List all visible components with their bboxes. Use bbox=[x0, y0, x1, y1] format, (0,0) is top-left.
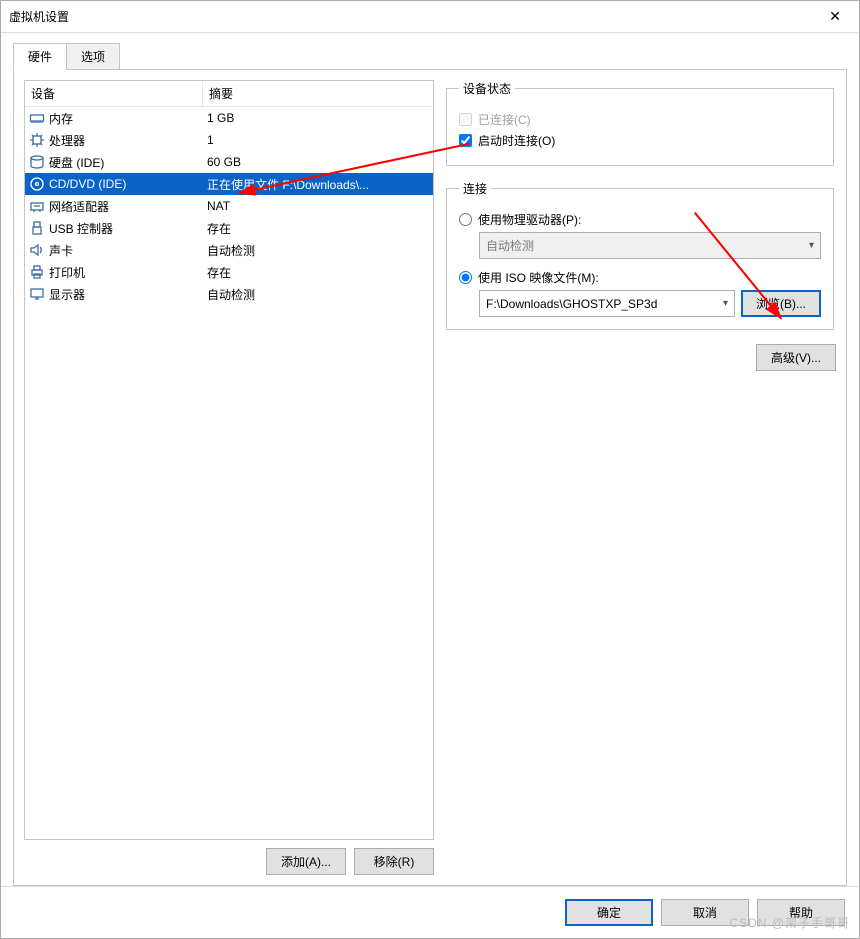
iso-radio-input[interactable] bbox=[459, 271, 472, 284]
device-summary: 存在 bbox=[203, 264, 433, 281]
sound-icon bbox=[29, 242, 45, 258]
device-row-sound[interactable]: 声卡 自动检测 bbox=[25, 239, 433, 261]
device-row-cpu[interactable]: 处理器 1 bbox=[25, 129, 433, 151]
iso-path-combo[interactable]: F:\Downloads\GHOSTXP_SP3d ▾ bbox=[479, 290, 735, 317]
device-name: CD/DVD (IDE) bbox=[49, 177, 126, 191]
usb-icon bbox=[29, 220, 45, 236]
device-buttons: 添加(A)... 移除(R) bbox=[24, 840, 434, 875]
device-rows: 内存 1 GB 处理器 1 硬盘 (IDE) 60 GB CD/DVD (IDE) 正在使用文… bbox=[25, 107, 433, 839]
remove-button[interactable]: 移除(R) bbox=[354, 848, 434, 875]
device-row-usb[interactable]: USB 控制器 存在 bbox=[25, 217, 433, 239]
device-summary: 自动检测 bbox=[203, 242, 433, 259]
physical-drive-value: 自动检测 bbox=[486, 237, 534, 254]
close-button[interactable]: ✕ bbox=[819, 1, 851, 33]
connect-poweron-input[interactable] bbox=[459, 134, 472, 147]
ok-button[interactable]: 确定 bbox=[565, 899, 653, 926]
device-status-legend: 设备状态 bbox=[459, 80, 515, 97]
tab-hardware[interactable]: 硬件 bbox=[13, 43, 67, 70]
titlebar: 虚拟机设置 ✕ bbox=[1, 1, 859, 33]
device-name: 声卡 bbox=[49, 242, 73, 259]
device-summary: 1 bbox=[203, 133, 433, 147]
device-row-disk[interactable]: 硬盘 (IDE) 60 GB bbox=[25, 151, 433, 173]
device-status-group: 设备状态 已连接(C) 启动时连接(O) bbox=[446, 80, 834, 166]
cancel-button[interactable]: 取消 bbox=[661, 899, 749, 926]
help-button[interactable]: 帮助 bbox=[757, 899, 845, 926]
device-table: 设备 摘要 内存 1 GB 处理器 1 硬盘 (IDE) 60 GB CD/DVD (IDE… bbox=[24, 80, 434, 840]
col-summary[interactable]: 摘要 bbox=[203, 81, 433, 106]
device-row-printer[interactable]: 打印机 存在 bbox=[25, 261, 433, 283]
device-name: 打印机 bbox=[49, 264, 85, 281]
window-title: 虚拟机设置 bbox=[9, 8, 819, 25]
device-table-header: 设备 摘要 bbox=[25, 81, 433, 107]
device-name: USB 控制器 bbox=[49, 220, 113, 237]
tab-bar: 硬件 选项 bbox=[13, 43, 847, 70]
connected-checkbox: 已连接(C) bbox=[459, 111, 821, 128]
device-row-net[interactable]: 网络适配器 NAT bbox=[25, 195, 433, 217]
close-icon: ✕ bbox=[829, 8, 841, 25]
cpu-icon bbox=[29, 132, 45, 148]
physical-drive-label: 使用物理驱动器(P): bbox=[478, 211, 581, 228]
advanced-button[interactable]: 高级(V)... bbox=[756, 344, 836, 371]
advanced-row: 高级(V)... bbox=[444, 344, 836, 371]
device-summary: 存在 bbox=[203, 220, 433, 237]
device-name: 硬盘 (IDE) bbox=[49, 154, 104, 171]
device-name: 显示器 bbox=[49, 286, 85, 303]
detail-pane: 设备状态 已连接(C) 启动时连接(O) 连接 使用物理驱动器(P): bbox=[444, 80, 836, 875]
dialog-body: 硬件 选项 设备 摘要 内存 1 GB 处理器 1 硬盘 (IDE) 60 GB CD/DV… bbox=[1, 33, 859, 886]
memory-icon bbox=[29, 110, 45, 126]
physical-drive-input[interactable] bbox=[459, 213, 472, 226]
connected-checkbox-input bbox=[459, 113, 472, 126]
display-icon bbox=[29, 286, 45, 302]
device-list-pane: 设备 摘要 内存 1 GB 处理器 1 硬盘 (IDE) 60 GB CD/DVD (IDE… bbox=[24, 80, 434, 875]
chevron-down-icon: ▾ bbox=[723, 298, 728, 309]
device-row-cd[interactable]: CD/DVD (IDE) 正在使用文件 F:\Downloads\... bbox=[25, 173, 433, 195]
hardware-panel: 设备 摘要 内存 1 GB 处理器 1 硬盘 (IDE) 60 GB CD/DVD (IDE… bbox=[13, 69, 847, 886]
device-row-memory[interactable]: 内存 1 GB bbox=[25, 107, 433, 129]
device-summary: 自动检测 bbox=[203, 286, 433, 303]
disk-icon bbox=[29, 154, 45, 170]
connect-poweron-checkbox[interactable]: 启动时连接(O) bbox=[459, 132, 821, 149]
tab-options[interactable]: 选项 bbox=[67, 43, 120, 70]
iso-row: F:\Downloads\GHOSTXP_SP3d ▾ 浏览(B)... bbox=[479, 290, 821, 317]
cd-icon bbox=[29, 176, 45, 192]
col-device[interactable]: 设备 bbox=[25, 81, 203, 106]
device-summary: 1 GB bbox=[203, 111, 433, 125]
iso-radio[interactable]: 使用 ISO 映像文件(M): bbox=[459, 269, 821, 286]
device-name: 网络适配器 bbox=[49, 198, 109, 215]
device-summary: 正在使用文件 F:\Downloads\... bbox=[203, 176, 433, 193]
connect-poweron-label: 启动时连接(O) bbox=[478, 132, 555, 149]
browse-button[interactable]: 浏览(B)... bbox=[741, 290, 821, 317]
device-row-display[interactable]: 显示器 自动检测 bbox=[25, 283, 433, 305]
dialog-footer: 确定 取消 帮助 CSDN @架子手哥哥 bbox=[1, 886, 859, 938]
device-summary: 60 GB bbox=[203, 155, 433, 169]
vm-settings-window: 虚拟机设置 ✕ 硬件 选项 设备 摘要 内存 1 GB 处理器 1 硬盘 (IDE) 60… bbox=[0, 0, 860, 939]
device-name: 处理器 bbox=[49, 132, 85, 149]
connection-group: 连接 使用物理驱动器(P): 自动检测 ▾ 使用 ISO 映像文件(M): bbox=[446, 180, 834, 330]
chevron-down-icon: ▾ bbox=[809, 240, 814, 251]
device-name: 内存 bbox=[49, 110, 73, 127]
add-button[interactable]: 添加(A)... bbox=[266, 848, 346, 875]
iso-path-value: F:\Downloads\GHOSTXP_SP3d bbox=[486, 297, 657, 311]
printer-icon bbox=[29, 264, 45, 280]
device-summary: NAT bbox=[203, 199, 433, 213]
connected-label: 已连接(C) bbox=[478, 111, 531, 128]
iso-label: 使用 ISO 映像文件(M): bbox=[478, 269, 599, 286]
physical-drive-radio[interactable]: 使用物理驱动器(P): bbox=[459, 211, 821, 228]
connection-legend: 连接 bbox=[459, 180, 491, 197]
net-icon bbox=[29, 198, 45, 214]
physical-drive-combo: 自动检测 ▾ bbox=[479, 232, 821, 259]
